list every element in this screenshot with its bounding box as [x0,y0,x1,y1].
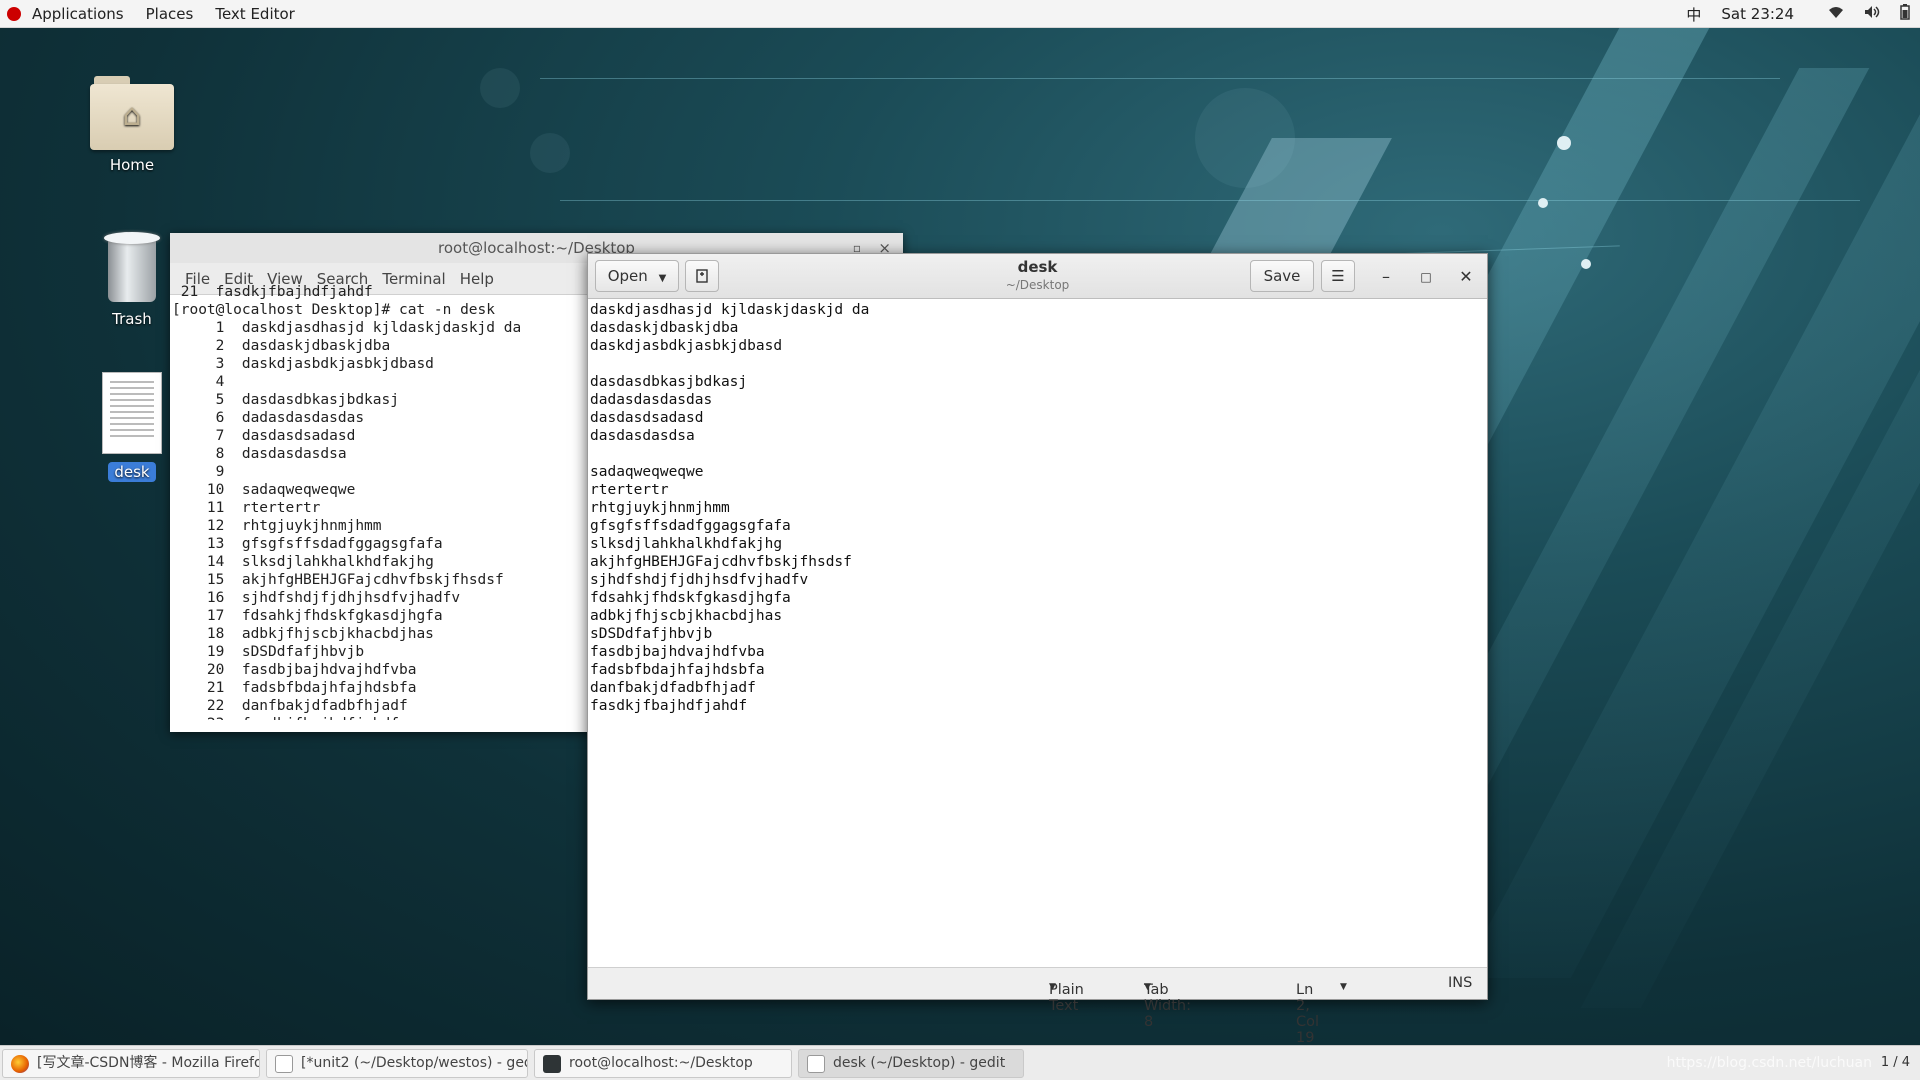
minimize-icon[interactable]: – [1374,265,1398,289]
menu-terminal[interactable]: Terminal [375,270,452,288]
taskbar: [写文章-CSDN博客 - Mozilla Firefox] [*unit2 (… [0,1045,1920,1080]
workspace-indicator[interactable]: 1 / 4 [1881,1055,1910,1070]
home-label: Home [109,156,155,174]
gedit-headerbar[interactable]: Open ▼ desk ~/Desktop Save ☰ – □ ✕ [588,254,1487,299]
maximize-icon[interactable]: □ [1414,265,1438,289]
wifi-icon[interactable] [1828,5,1844,23]
hamburger-icon: ☰ [1331,267,1345,285]
task-firefox[interactable]: [写文章-CSDN博客 - Mozilla Firefox] [2,1049,260,1078]
applications-menu[interactable]: Applications [21,0,135,28]
desk-label: desk [108,462,156,482]
save-button[interactable]: Save [1250,260,1314,292]
places-menu[interactable]: Places [135,0,205,28]
watermark: https://blog.csdn.net/luchuan [1666,1055,1872,1071]
volume-icon[interactable] [1864,5,1880,23]
terminal-icon [543,1055,561,1073]
input-method-indicator[interactable]: 中 [1686,4,1701,25]
save-label: Save [1263,267,1301,285]
gedit-window[interactable]: Open ▼ desk ~/Desktop Save ☰ – □ ✕ daskd… [587,253,1488,1046]
menu-help[interactable]: Help [453,270,501,288]
firefox-icon [11,1055,29,1073]
task-gedit-desk[interactable]: desk (~/Desktop) - gedit [798,1049,1024,1078]
text-editor-menu[interactable]: Text Editor [204,0,306,28]
chevron-down-icon: ▼ [1049,982,1056,992]
home-desktop-icon[interactable]: ⌂ Home [77,72,187,174]
chevron-down-icon: ▼ [1144,982,1151,992]
trash-icon [102,228,162,304]
editor-text-area[interactable]: daskdjasdhasjd kjldaskjdaskjd da dasdask… [588,299,1487,967]
task-terminal[interactable]: root@localhost:~/Desktop [534,1049,792,1078]
gedit-statusbar: Plain Text ▼ Tab Width: 8 ▼ Ln 2, Col 19… [588,967,1487,1046]
hamburger-menu-button[interactable]: ☰ [1321,260,1355,292]
redhat-logo-icon [7,6,21,21]
close-icon[interactable]: ✕ [1454,265,1478,289]
insert-mode-indicator[interactable]: INS [1448,975,1472,991]
gedit-icon [275,1055,293,1073]
battery-icon[interactable] [1900,4,1910,24]
chevron-down-icon: ▼ [1340,982,1347,992]
folder-icon: ⌂ [90,72,174,150]
text-file-icon [102,372,162,454]
gedit-icon [807,1055,825,1073]
task-gedit-unit2[interactable]: [*unit2 (~/Desktop/westos) - gedit] [266,1049,528,1078]
top-panel: Applications Places Text Editor 中 Sat 23… [0,0,1920,28]
clock[interactable]: Sat 23:24 [1721,5,1794,23]
